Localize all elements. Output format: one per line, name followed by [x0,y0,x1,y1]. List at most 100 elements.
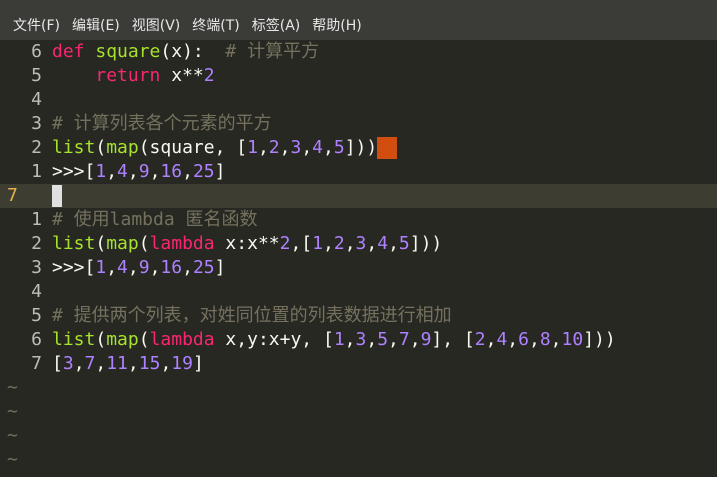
code-line[interactable]: 2 list(map(square, [1,2,3,4,5])) [0,136,717,160]
code-token: x** [160,65,204,86]
code-token: 8 [539,329,551,350]
line-number: 3 [31,257,42,278]
menu-bar: 文件(F) 编辑(E) 视图(V) 终端(T) 标签(A) 帮助(H) [0,0,717,40]
selection-cursor [377,137,398,159]
code-text: [3,7,11,15,19] [52,352,204,376]
code-text: # 提供两个列表，对姓同位置的列表数据进行相加 [52,304,452,328]
code-token: square [95,41,161,62]
code-text: return x**2 [52,64,215,88]
code-text: def square(x): # 计算平方 [52,40,319,64]
code-token: , [507,329,519,350]
code-line[interactable]: 2 list(map(lambda x:x**2,[1,2,3,4,5])) [0,232,717,256]
code-token: 4 [312,137,323,158]
code-token: 5 [398,233,410,254]
current-code-line[interactable]: 7 [0,184,717,208]
code-token: , [485,329,497,350]
code-token: ,[ [290,233,313,254]
code-token: 15 [138,353,161,374]
code-token: , [388,329,399,350]
code-token: x,y:x+y, [ [214,329,334,350]
code-token: 9 [138,257,150,278]
code-line[interactable]: 3 >>>[1,4,9,16,25] [0,256,717,280]
line-number: 5 [31,65,42,86]
code-token: , [106,161,118,182]
code-line[interactable]: 6 def square(x): # 计算平方 [0,40,717,64]
line-number: 3 [31,113,42,134]
code-text: list(map(square, [1,2,3,4,5])) [52,136,398,160]
line-number: 1 [31,161,42,182]
code-token: 25 [192,161,215,182]
code-token: 2 [279,233,291,254]
code-token: , [344,329,356,350]
menu-help[interactable]: 帮助(H) [312,17,361,35]
code-line[interactable]: 4 [0,280,717,304]
code-token: 4 [496,329,508,350]
code-token: , [106,257,118,278]
code-token: # 计算列表各个元素的平方 [52,113,272,134]
code-token: , [323,233,334,254]
code-token: , [344,233,356,254]
code-token: 1 [247,137,258,158]
code-line[interactable]: 3 # 计算列表各个元素的平方 [0,112,717,136]
code-token: , [550,329,562,350]
code-line[interactable]: 5 return x**2 [0,64,717,88]
code-text: # 计算列表各个元素的平方 [52,112,272,136]
code-token: 2 [474,329,486,350]
tilde-marker: ~ [7,425,18,446]
code-token: map [106,233,139,254]
code-token: , [279,137,291,158]
code-token: return [95,65,161,86]
code-token: >>>[ [52,161,96,182]
code-line[interactable]: 1 # 使用lambda 匿名函数 [0,208,717,232]
code-line[interactable]: 7 [3,7,11,15,19] [0,352,717,376]
code-token: >>>[ [52,257,96,278]
code-token: 19 [171,353,193,374]
code-line[interactable]: 6 list(map(lambda x,y:x+y, [1,3,5,7,9], [… [0,328,717,352]
code-line[interactable]: 4 [0,88,717,112]
code-token: , [528,329,540,350]
code-token: def [52,41,85,62]
code-token: , [366,233,378,254]
code-token: , [257,137,269,158]
code-token: # 使用lambda 匿名函数 [52,209,258,230]
code-text: list(map(lambda x,y:x+y, [1,3,5,7,9], [2… [52,328,616,352]
menu-view[interactable]: 视图(V) [132,17,181,35]
empty-buffer-line: ~ [0,424,717,448]
code-token: ])) [583,329,616,350]
line-number: 7 [7,185,18,206]
code-token: lambda [149,233,215,254]
code-line[interactable]: 1 >>>[1,4,9,16,25] [0,160,717,184]
code-token: 7 [84,353,96,374]
code-token: 1 [95,257,107,278]
code-token: 3 [62,353,74,374]
code-token: lambda [149,329,215,350]
code-token: ] [192,353,204,374]
code-token: x:x** [214,233,280,254]
code-token: list [52,233,96,254]
code-token: ( [95,329,107,350]
code-token: ] [214,161,226,182]
code-token: , [301,137,313,158]
code-token: , [95,353,107,374]
menu-terminal[interactable]: 终端(T) [192,17,239,35]
empty-buffer-line: ~ [0,376,717,400]
menu-file[interactable]: 文件(F) [13,17,60,35]
code-token: ( [138,329,150,350]
code-token: # 提供两个列表，对姓同位置的列表数据进行相加 [52,305,452,326]
code-token: ( [138,233,150,254]
code-token: ], [ [431,329,475,350]
code-token: 16 [160,161,183,182]
code-line[interactable]: 5 # 提供两个列表，对姓同位置的列表数据进行相加 [0,304,717,328]
menu-tabs[interactable]: 标签(A) [252,17,301,35]
terminal-window: 文件(F) 编辑(E) 视图(V) 终端(T) 标签(A) 帮助(H) 6 def… [0,0,717,477]
code-token: ] [214,257,226,278]
code-token: , [149,161,161,182]
menu-edit[interactable]: 编辑(E) [72,17,120,35]
vim-editor[interactable]: 6 def square(x): # 计算平方 5 return x**2 4 3 # 计… [0,40,717,472]
code-token: 4 [117,161,128,182]
code-token: (x): [160,41,226,62]
code-token: 2 [203,65,215,86]
code-token: 4 [377,233,389,254]
